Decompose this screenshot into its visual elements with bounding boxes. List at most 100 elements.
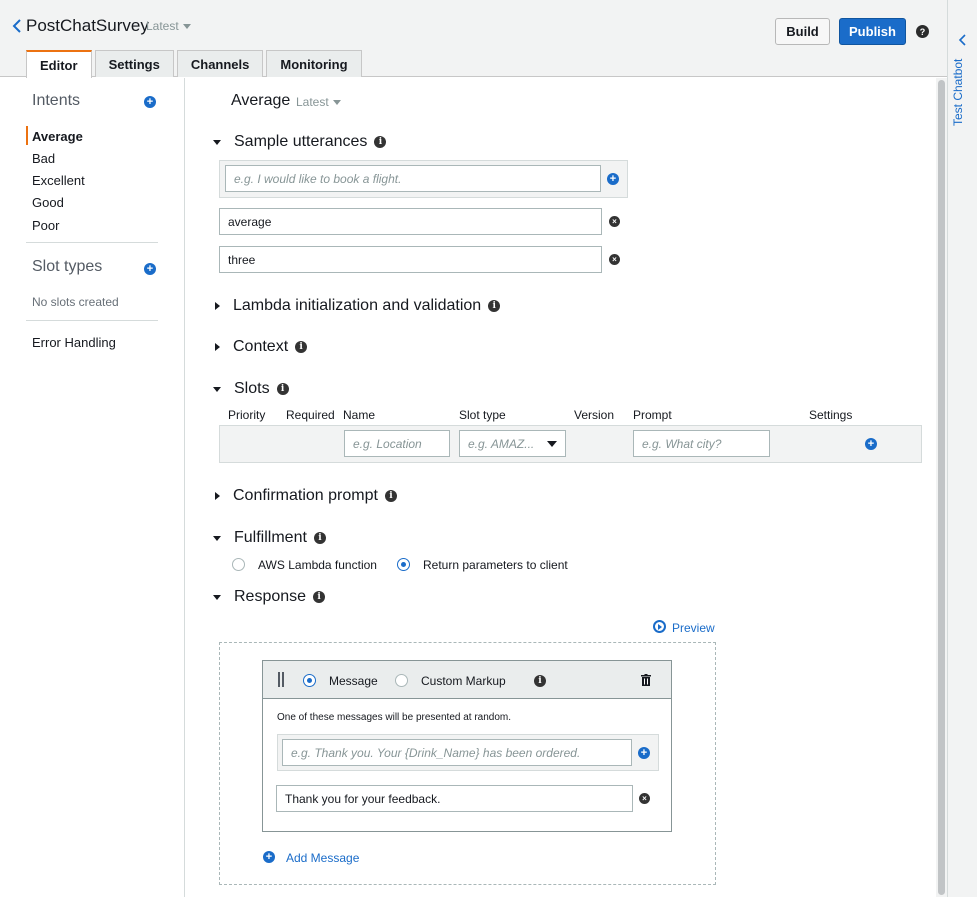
drag-handle-icon[interactable] bbox=[278, 672, 284, 687]
section-title: Sample utterances bbox=[234, 133, 368, 150]
sidebar-item-bad[interactable]: Bad bbox=[32, 151, 55, 166]
remove-utterance-close-icon[interactable]: × bbox=[609, 216, 620, 227]
test-chatbot-panel: Test Chatbot bbox=[947, 0, 977, 897]
slot-name-input[interactable]: e.g. Location bbox=[344, 430, 450, 457]
info-icon[interactable]: i bbox=[313, 591, 326, 603]
active-intent-indicator bbox=[26, 126, 28, 145]
scrollbar-thumb[interactable] bbox=[938, 80, 945, 895]
info-icon[interactable]: i bbox=[276, 383, 289, 395]
slots-column-slot-type: Slot type bbox=[459, 408, 506, 422]
sidebar-item-poor[interactable]: Poor bbox=[32, 218, 59, 233]
bot-header: PostChatSurvey Latest Build Publish ? Ed… bbox=[0, 0, 947, 78]
message-group-header: Message Custom Markup i bbox=[263, 661, 671, 699]
message-value: Thank you for your feedback. bbox=[285, 791, 441, 806]
add-response-message-plus-icon[interactable]: + bbox=[638, 747, 650, 759]
context-section-header[interactable]: Context i bbox=[213, 338, 308, 356]
caret-down-icon bbox=[547, 440, 557, 447]
lambda-section-header[interactable]: Lambda initialization and validation i bbox=[213, 297, 501, 315]
intent-title: Average bbox=[231, 92, 291, 109]
build-button[interactable]: Build bbox=[775, 18, 830, 45]
new-utterance-input[interactable]: e.g. I would like to book a flight. bbox=[225, 165, 601, 192]
caret-down-icon bbox=[332, 100, 341, 106]
add-message-link[interactable]: Add Message bbox=[286, 851, 359, 865]
tab-settings[interactable]: Settings bbox=[94, 50, 174, 77]
add-intent-plus-icon[interactable]: + bbox=[144, 96, 156, 108]
remove-utterance-close-icon[interactable]: × bbox=[609, 254, 620, 265]
section-title: Lambda initialization and validation bbox=[233, 297, 482, 314]
confirmation-section-header[interactable]: Confirmation prompt i bbox=[213, 487, 397, 505]
add-utterance-plus-icon[interactable]: + bbox=[607, 173, 619, 185]
return-parameters-radio[interactable] bbox=[397, 558, 410, 571]
new-message-input[interactable]: e.g. Thank you. Your {Drink_Name} has be… bbox=[282, 739, 632, 766]
info-icon[interactable]: i bbox=[374, 136, 387, 148]
utterance-field[interactable]: average bbox=[219, 208, 602, 235]
tab-monitoring[interactable]: Monitoring bbox=[266, 50, 362, 77]
message-type-label: Message bbox=[329, 674, 378, 688]
slots-column-prompt: Prompt bbox=[633, 408, 672, 422]
info-icon[interactable]: i bbox=[313, 532, 326, 544]
sidebar-item-error-handling[interactable]: Error Handling bbox=[32, 335, 116, 350]
bot-version-label: Latest bbox=[146, 19, 179, 33]
sidebar-item-average[interactable]: Average bbox=[32, 129, 83, 144]
return-parameters-label: Return parameters to client bbox=[423, 558, 568, 572]
remove-message-close-icon[interactable]: × bbox=[639, 793, 650, 804]
info-icon[interactable]: i bbox=[488, 300, 501, 312]
lambda-function-radio[interactable] bbox=[232, 558, 245, 571]
bot-version-dropdown[interactable]: Latest bbox=[146, 19, 191, 33]
publish-button[interactable]: Publish bbox=[839, 18, 906, 45]
slot-type-select[interactable]: e.g. AMAZ... bbox=[459, 430, 566, 457]
utterance-value: average bbox=[228, 214, 272, 229]
slot-prompt-placeholder: e.g. What city? bbox=[642, 436, 722, 451]
preview-play-icon[interactable] bbox=[653, 620, 666, 633]
response-section-header[interactable]: Response i bbox=[213, 588, 326, 606]
add-message-plus-icon[interactable]: + bbox=[263, 851, 275, 863]
back-chevron-icon[interactable] bbox=[10, 17, 24, 35]
slots-section-header[interactable]: Slots i bbox=[213, 380, 289, 398]
add-slot-plus-icon[interactable]: + bbox=[865, 438, 877, 450]
slot-prompt-input[interactable]: e.g. What city? bbox=[633, 430, 770, 457]
utterance-field[interactable]: three bbox=[219, 246, 602, 273]
lambda-function-label: AWS Lambda function bbox=[258, 558, 377, 572]
utterance-value: three bbox=[228, 252, 256, 267]
info-icon[interactable]: i bbox=[384, 490, 397, 502]
add-slot-type-plus-icon[interactable]: + bbox=[144, 263, 156, 275]
editor-sidebar: Intents + Average Bad Excellent Good Poo… bbox=[0, 78, 185, 897]
test-chatbot-toggle[interactable]: Test Chatbot bbox=[951, 59, 965, 126]
slot-types-heading: Slot types bbox=[32, 258, 103, 275]
section-title: Context bbox=[233, 338, 289, 355]
slots-column-version: Version bbox=[574, 408, 615, 422]
section-title: Fulfillment bbox=[234, 529, 307, 546]
sidebar-item-excellent[interactable]: Excellent bbox=[32, 173, 85, 188]
preview-link[interactable]: Preview bbox=[672, 621, 715, 635]
message-field[interactable]: Thank you for your feedback. bbox=[276, 785, 633, 812]
slots-column-required: Required bbox=[286, 408, 335, 422]
message-type-radio[interactable] bbox=[303, 674, 316, 687]
random-message-note: One of these messages will be presented … bbox=[277, 712, 512, 723]
main-scrollbar[interactable] bbox=[936, 78, 947, 897]
fulfillment-section-header[interactable]: Fulfillment i bbox=[213, 529, 326, 547]
expand-triangle-icon bbox=[213, 594, 221, 600]
expand-chevron-icon[interactable] bbox=[958, 34, 968, 46]
utterance-placeholder: e.g. I would like to book a flight. bbox=[234, 171, 402, 186]
collapse-triangle-icon bbox=[215, 492, 220, 500]
slots-column-priority: Priority bbox=[228, 408, 266, 422]
slots-column-settings: Settings bbox=[809, 408, 853, 422]
tab-channels[interactable]: Channels bbox=[176, 50, 264, 77]
custom-markup-radio[interactable] bbox=[395, 674, 408, 687]
sidebar-item-good[interactable]: Good bbox=[32, 195, 64, 210]
sample-utterances-header[interactable]: Sample utterances i bbox=[213, 133, 387, 151]
info-icon[interactable]: i bbox=[534, 675, 546, 687]
bot-tabs: Editor Settings Channels Monitoring bbox=[26, 50, 365, 78]
tab-editor[interactable]: Editor bbox=[26, 50, 92, 78]
trash-icon[interactable] bbox=[641, 674, 651, 686]
intent-version-dropdown[interactable]: Latest bbox=[296, 95, 341, 109]
no-slots-text: No slots created bbox=[32, 295, 119, 309]
info-icon[interactable]: i bbox=[295, 341, 308, 353]
slots-column-name: Name bbox=[343, 408, 376, 422]
intent-version-label: Latest bbox=[296, 95, 329, 109]
new-slot-row bbox=[219, 425, 922, 463]
help-icon[interactable]: ? bbox=[916, 25, 929, 38]
intent-editor: Average Latest Sample utterances i e.g. … bbox=[186, 78, 935, 897]
message-placeholder: e.g. Thank you. Your {Drink_Name} has be… bbox=[291, 745, 581, 760]
collapse-triangle-icon bbox=[215, 343, 220, 351]
